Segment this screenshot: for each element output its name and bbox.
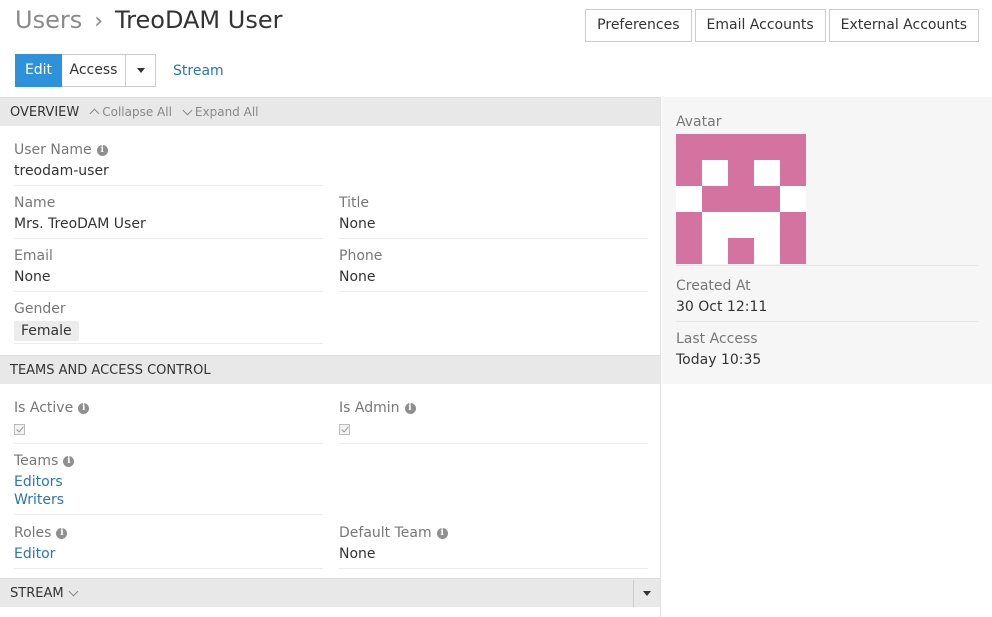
title-label: Title xyxy=(339,195,370,211)
teams-access-panel-title: TEAMS AND ACCESS CONTROL xyxy=(10,362,211,378)
info-icon[interactable]: i xyxy=(63,455,75,467)
edit-button[interactable]: Edit xyxy=(15,54,62,87)
chevron-down-icon[interactable] xyxy=(68,586,79,597)
overview-panel-header: OVERVIEW Collapse All Expand All xyxy=(0,97,660,126)
caret-down-icon xyxy=(643,590,651,596)
is-active-checkbox xyxy=(14,424,25,435)
info-icon[interactable]: i xyxy=(56,527,68,539)
info-icon[interactable]: i xyxy=(404,402,416,414)
gender-badge: Female xyxy=(14,321,79,341)
is-admin-field: Is Admin i xyxy=(339,399,648,444)
collapse-all-button[interactable]: Collapse All xyxy=(89,105,172,119)
email-accounts-button[interactable]: Email Accounts xyxy=(694,9,826,42)
stream-panel-header: STREAM xyxy=(0,578,660,607)
action-bar: Edit Access Stream xyxy=(15,54,224,87)
roles-label: Roles xyxy=(14,525,52,541)
chevron-up-icon xyxy=(89,108,100,119)
team-link-editors[interactable]: Editors xyxy=(14,473,323,491)
gender-field: Gender Female xyxy=(14,300,323,344)
is-admin-checkbox xyxy=(339,424,350,435)
is-active-label: Is Active xyxy=(14,400,74,416)
teams-field: Teams i Editors Writers xyxy=(14,452,323,515)
phone-label: Phone xyxy=(339,248,383,264)
name-value: Mrs. TreoDAM User xyxy=(14,215,323,239)
external-accounts-button[interactable]: External Accounts xyxy=(828,9,979,42)
last-access-field: Last Access Today 10:35 xyxy=(676,330,978,374)
overview-panel-title: OVERVIEW xyxy=(10,104,80,120)
expand-all-button[interactable]: Expand All xyxy=(182,105,259,119)
default-team-label: Default Team xyxy=(339,525,432,541)
default-team-field: Default Team i None xyxy=(339,524,648,569)
title-value: None xyxy=(339,215,648,239)
name-field: Name Mrs. TreoDAM User xyxy=(14,194,323,239)
info-icon[interactable]: i xyxy=(436,527,448,539)
teams-access-panel-body: Is Active i Is Admin i Teams i Editors Writ… xyxy=(0,384,660,578)
email-value: None xyxy=(14,268,323,292)
collapse-all-label: Collapse All xyxy=(102,105,172,119)
name-label: Name xyxy=(14,195,56,211)
gender-label: Gender xyxy=(14,301,66,317)
created-at-field: Created At 30 Oct 12:11 xyxy=(676,277,978,322)
breadcrumb-separator: › xyxy=(94,9,104,34)
stream-link[interactable]: Stream xyxy=(173,63,224,79)
default-team-value: None xyxy=(339,545,648,569)
user-name-label: User Name xyxy=(14,142,92,158)
avatar-label: Avatar xyxy=(676,114,722,130)
avatar xyxy=(676,134,806,264)
page-title: TreoDAM User xyxy=(115,6,283,34)
roles-field: Roles i Editor xyxy=(14,524,323,569)
stream-panel-title[interactable]: STREAM xyxy=(10,586,64,601)
caret-down-icon xyxy=(136,68,145,73)
overview-panel-body: User Name i treodam-user Name Mrs. TreoDA… xyxy=(0,126,660,355)
email-field: Email None xyxy=(14,247,323,292)
access-button[interactable]: Access xyxy=(62,54,126,87)
email-label: Email xyxy=(14,248,53,264)
teams-label: Teams xyxy=(14,453,59,469)
expand-all-label: Expand All xyxy=(194,105,259,119)
phone-value: None xyxy=(339,268,648,292)
created-at-value: 30 Oct 12:11 xyxy=(676,298,978,322)
title-field: Title None xyxy=(339,194,648,239)
teams-access-panel-header: TEAMS AND ACCESS CONTROL xyxy=(0,355,660,384)
last-access-value: Today 10:35 xyxy=(676,352,762,368)
user-name-value: treodam-user xyxy=(14,162,323,186)
phone-field: Phone None xyxy=(339,247,648,292)
team-link-writers[interactable]: Writers xyxy=(14,491,323,509)
is-admin-label: Is Admin xyxy=(339,400,400,416)
created-at-label: Created At xyxy=(676,278,751,294)
role-link-editor[interactable]: Editor xyxy=(14,545,323,563)
is-active-field: Is Active i xyxy=(14,399,323,444)
main-panels: OVERVIEW Collapse All Expand All User Na… xyxy=(0,97,661,617)
last-access-label: Last Access xyxy=(676,331,758,347)
breadcrumb: Users › TreoDAM User xyxy=(15,6,282,38)
preferences-button[interactable]: Preferences xyxy=(585,9,692,42)
info-icon[interactable]: i xyxy=(96,144,108,156)
more-actions-dropdown[interactable] xyxy=(126,54,156,87)
header-buttons: Preferences Email Accounts External Acco… xyxy=(585,9,979,42)
user-name-field: User Name i treodam-user xyxy=(14,141,323,186)
side-panel: Avatar Created At 30 Oct 12:11 Last Acce… xyxy=(662,97,992,384)
info-icon[interactable]: i xyxy=(78,402,90,414)
chevron-down-icon xyxy=(182,105,193,116)
stream-options-dropdown[interactable] xyxy=(633,579,660,607)
avatar-field: Avatar xyxy=(676,113,978,266)
breadcrumb-users-link[interactable]: Users xyxy=(15,6,82,34)
